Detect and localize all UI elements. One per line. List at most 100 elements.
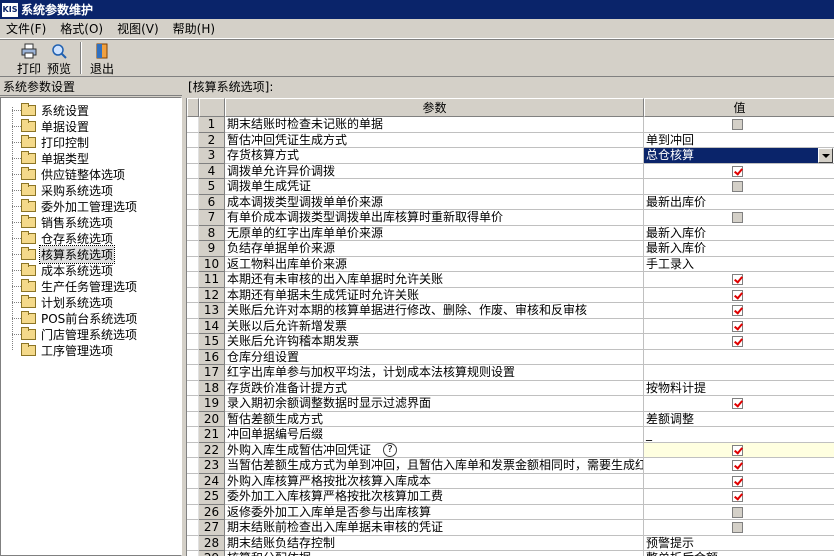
exit-button[interactable]: 退出 <box>87 43 117 77</box>
checkbox-unchecked[interactable] <box>732 212 743 223</box>
tree-item[interactable]: 核算系统选项 <box>21 244 116 264</box>
preview-button[interactable]: 预览 <box>44 43 74 77</box>
tree-item[interactable]: 销售系统选项 <box>21 214 114 230</box>
value-cell[interactable] <box>644 334 834 350</box>
value-cell[interactable] <box>644 179 834 195</box>
table-row[interactable]: 26 返修委外加工入库单是否参与出库核算 <box>187 504 834 520</box>
value-cell[interactable] <box>644 319 834 334</box>
tree-item[interactable]: 委外加工管理选项 <box>21 198 138 214</box>
value-cell[interactable]: 手工录入 <box>644 257 834 272</box>
table-row[interactable]: 2 暂估冲回凭证生成方式 单到冲回 <box>187 132 834 148</box>
table-row[interactable]: 17 红字出库单参与加权平均法，计划成本法核算规则设置 <box>187 365 834 381</box>
table-row[interactable]: 13 关账后允许对本期的核算单据进行修改、删除、作废、审核和反审核 <box>187 303 834 319</box>
table-row[interactable]: 1 期末结账时检查未记账的单据 <box>187 117 834 133</box>
value-cell[interactable] <box>644 442 834 458</box>
checkbox-unchecked[interactable] <box>732 506 743 518</box>
table-row[interactable]: 23 当暂估差额生成方式为单到冲回，且暂估入库单和发票金额相同时，需要生成红 <box>187 458 834 474</box>
value-cell[interactable] <box>644 210 834 226</box>
tree-item[interactable]: 成本系统选项 <box>21 262 114 278</box>
table-row[interactable]: 24 外购入库核算严格按批次核算入库成本 <box>187 473 834 489</box>
value-cell[interactable] <box>644 350 834 365</box>
tree-item[interactable]: 仓存系统选项 <box>21 230 114 246</box>
table-row[interactable]: 12 本期还有单据未生成凭证时允许关账 <box>187 287 834 303</box>
table-row[interactable]: 28 期末结账负结存控制 预警提示 <box>187 535 834 551</box>
value-cell[interactable] <box>644 489 834 505</box>
table-row[interactable]: 15 关账后允许钩稽本期发票 <box>187 334 834 350</box>
value-cell[interactable]: 差额调整 <box>644 412 834 427</box>
checkbox-checked[interactable] <box>732 444 743 456</box>
table-row[interactable]: 22 外购入库生成暂估冲回凭证? <box>187 442 834 458</box>
value-cell[interactable]: 单到冲回 <box>644 133 834 148</box>
table-row[interactable]: 16 仓库分组设置 <box>187 349 834 365</box>
value-cell[interactable] <box>644 396 834 412</box>
tree-item[interactable]: 单据类型 <box>21 150 90 166</box>
tree-item[interactable]: 单据设置 <box>21 118 90 134</box>
checkbox-checked[interactable] <box>732 320 743 332</box>
table-row[interactable]: 18 存货跌价准备计提方式 按物料计提 <box>187 380 834 396</box>
table-row[interactable]: 20 暂估差额生成方式 差额调整 <box>187 411 834 427</box>
value-cell[interactable] <box>644 365 834 381</box>
inventory-method-select[interactable]: 总仓核算 <box>644 148 833 163</box>
table-row[interactable]: 8 无原单的红字出库单单价来源 最新入库价 <box>187 225 834 241</box>
tree-item[interactable]: 采购系统选项 <box>21 182 114 198</box>
table-row[interactable]: 19 录入期初余额调整数据时显示过滤界面 <box>187 396 834 412</box>
value-cell[interactable]: 最新入库价 <box>644 226 834 241</box>
tree-item[interactable]: POS前台系统选项 <box>21 310 138 326</box>
tree-item[interactable]: 生产任务管理选项 <box>21 278 138 294</box>
value-cell[interactable] <box>644 272 834 288</box>
column-header-value[interactable]: 值 <box>644 98 834 117</box>
tree-item[interactable]: 工序管理选项 <box>21 342 114 358</box>
menu-view[interactable]: 视图(V) <box>111 20 165 37</box>
checkbox-unchecked[interactable] <box>732 119 743 130</box>
checkbox-checked[interactable] <box>732 398 743 409</box>
table-row[interactable]: 7 有单价成本调拨类型调拨单出库核算时重新取得单价 <box>187 210 834 226</box>
value-cell[interactable] <box>644 164 834 179</box>
table-row[interactable]: 4 调拨单允许异价调拨 <box>187 163 834 179</box>
checkbox-checked[interactable] <box>732 305 743 316</box>
table-row[interactable]: 9 负结存单据单价来源 最新入库价 <box>187 241 834 257</box>
value-cell[interactable] <box>644 303 834 319</box>
checkbox-unchecked[interactable] <box>732 522 743 533</box>
checkbox-checked[interactable] <box>732 274 743 285</box>
value-cell[interactable] <box>644 117 834 133</box>
menu-format[interactable]: 格式(O) <box>54 20 109 37</box>
table-row[interactable]: 25 委外加工入库核算严格按批次核算加工费 <box>187 489 834 505</box>
menu-help[interactable]: 帮助(H) <box>167 20 221 37</box>
value-cell[interactable]: 总仓核算 <box>644 148 834 164</box>
checkbox-checked[interactable] <box>732 165 743 177</box>
table-row[interactable]: 6 成本调拨类型调拨单单价来源 最新出库价 <box>187 194 834 210</box>
checkbox-unchecked[interactable] <box>732 181 743 192</box>
table-row[interactable]: 5 调拨单生成凭证 <box>187 179 834 195</box>
tree-item[interactable]: 计划系统选项 <box>21 294 114 310</box>
value-cell[interactable]: 整单折后金额 <box>644 551 834 556</box>
value-cell[interactable]: 按物料计提 <box>644 381 834 396</box>
tree-item[interactable]: 系统设置 <box>21 102 90 118</box>
value-cell[interactable]: 最新入库价 <box>644 241 834 257</box>
table-row[interactable]: 29核算和分配依据 整单折后金额 <box>187 551 834 556</box>
checkbox-checked[interactable] <box>732 491 743 502</box>
table-row[interactable]: 10 返工物料出库单价来源 手工录入 <box>187 256 834 272</box>
value-cell[interactable] <box>644 288 834 303</box>
checkbox-checked[interactable] <box>732 336 743 347</box>
value-cell[interactable]: 预警提示 <box>644 536 834 551</box>
value-cell[interactable] <box>644 458 834 474</box>
dropdown-arrow-icon[interactable] <box>818 148 833 163</box>
value-cell[interactable] <box>644 520 834 536</box>
table-row[interactable]: 11 本期还有未审核的出入库单据时允许关账 <box>187 272 834 288</box>
tree-item[interactable]: 门店管理系统选项 <box>21 326 138 342</box>
checkbox-checked[interactable] <box>732 475 743 487</box>
value-cell[interactable]: _ <box>644 427 834 443</box>
checkbox-checked[interactable] <box>732 460 743 471</box>
column-header-param[interactable]: 参数 <box>225 98 644 117</box>
parameter-tree[interactable]: 系统设置 单据设置 打印控制 单据类型 供应链整体选项 采购系统选项 委外加工管理选项 销售系… <box>0 97 182 556</box>
value-cell[interactable]: 最新出库价 <box>644 195 834 210</box>
table-row[interactable]: 21 冲回单据编号后缀 _ <box>187 427 834 443</box>
print-button[interactable]: 打印 <box>14 43 44 77</box>
tree-item[interactable]: 供应链整体选项 <box>21 166 126 182</box>
table-row[interactable]: 3 存货核算方式 总仓核算 <box>187 148 834 164</box>
value-cell[interactable] <box>644 505 834 520</box>
table-row[interactable]: 14 关账以后允许新增发票 <box>187 318 834 334</box>
tree-item[interactable]: 打印控制 <box>21 134 90 150</box>
value-cell[interactable] <box>644 474 834 489</box>
menu-file[interactable]: 文件(F) <box>0 20 52 37</box>
